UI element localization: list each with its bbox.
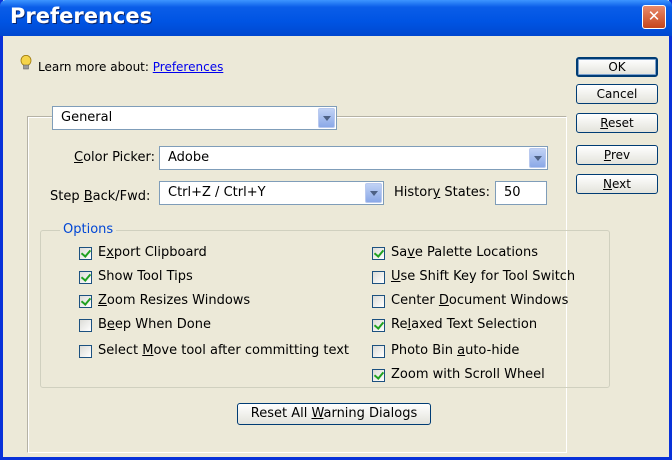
- close-button[interactable]: ✕: [642, 5, 666, 29]
- checkbox-icon[interactable]: [372, 295, 385, 308]
- preferences-help-link[interactable]: Preferences: [153, 60, 224, 74]
- section-select-value: General: [61, 110, 113, 125]
- history-states-label: History States:: [394, 185, 490, 200]
- preferences-window: Preferences ✕ Learn more about: Preferen…: [0, 0, 672, 460]
- checkbox-label: Show Tool Tips: [98, 269, 193, 284]
- checkbox-icon[interactable]: [79, 319, 92, 332]
- color-picker-select[interactable]: Adobe: [159, 146, 548, 170]
- options-group-title: Options: [60, 222, 117, 237]
- window-title: Preferences: [10, 4, 153, 28]
- checkbox-icon[interactable]: [79, 295, 92, 308]
- title-bar[interactable]: Preferences ✕: [0, 0, 672, 36]
- checkbox-label: Zoom with Scroll Wheel: [391, 367, 545, 382]
- lightbulb-icon: [20, 55, 32, 70]
- checkbox-icon[interactable]: [79, 345, 92, 358]
- prev-button[interactable]: Prev: [576, 145, 658, 165]
- reset-button[interactable]: Reset: [576, 113, 658, 133]
- checkbox-icon[interactable]: [79, 271, 92, 284]
- ok-button[interactable]: OK: [576, 57, 658, 77]
- reset-warning-dialogs-button[interactable]: Reset All Warning Dialogs: [237, 403, 431, 425]
- section-select[interactable]: General: [52, 106, 337, 130]
- learn-more: Learn more about: Preferences: [38, 60, 223, 74]
- chevron-down-icon[interactable]: [318, 108, 335, 128]
- learn-more-label: Learn more about:: [38, 60, 149, 74]
- chevron-down-icon[interactable]: [365, 183, 382, 203]
- checkbox-icon[interactable]: [372, 319, 385, 332]
- history-states-input[interactable]: 50: [495, 181, 547, 205]
- checkbox-icon[interactable]: [79, 247, 92, 260]
- chevron-down-icon[interactable]: [529, 148, 546, 168]
- color-picker-label: Color Picker:: [74, 150, 155, 165]
- step-back-label: Step Back/Fwd:: [50, 189, 151, 204]
- checkbox-icon[interactable]: [372, 369, 385, 382]
- step-back-select[interactable]: Ctrl+Z / Ctrl+Y: [159, 181, 384, 205]
- checkbox-icon[interactable]: [372, 345, 385, 358]
- color-picker-value: Adobe: [168, 150, 210, 165]
- next-button[interactable]: Next: [576, 174, 658, 194]
- step-back-value: Ctrl+Z / Ctrl+Y: [168, 185, 266, 200]
- cancel-button[interactable]: Cancel: [576, 84, 658, 104]
- checkbox-icon[interactable]: [372, 271, 385, 284]
- checkbox-icon[interactable]: [372, 247, 385, 260]
